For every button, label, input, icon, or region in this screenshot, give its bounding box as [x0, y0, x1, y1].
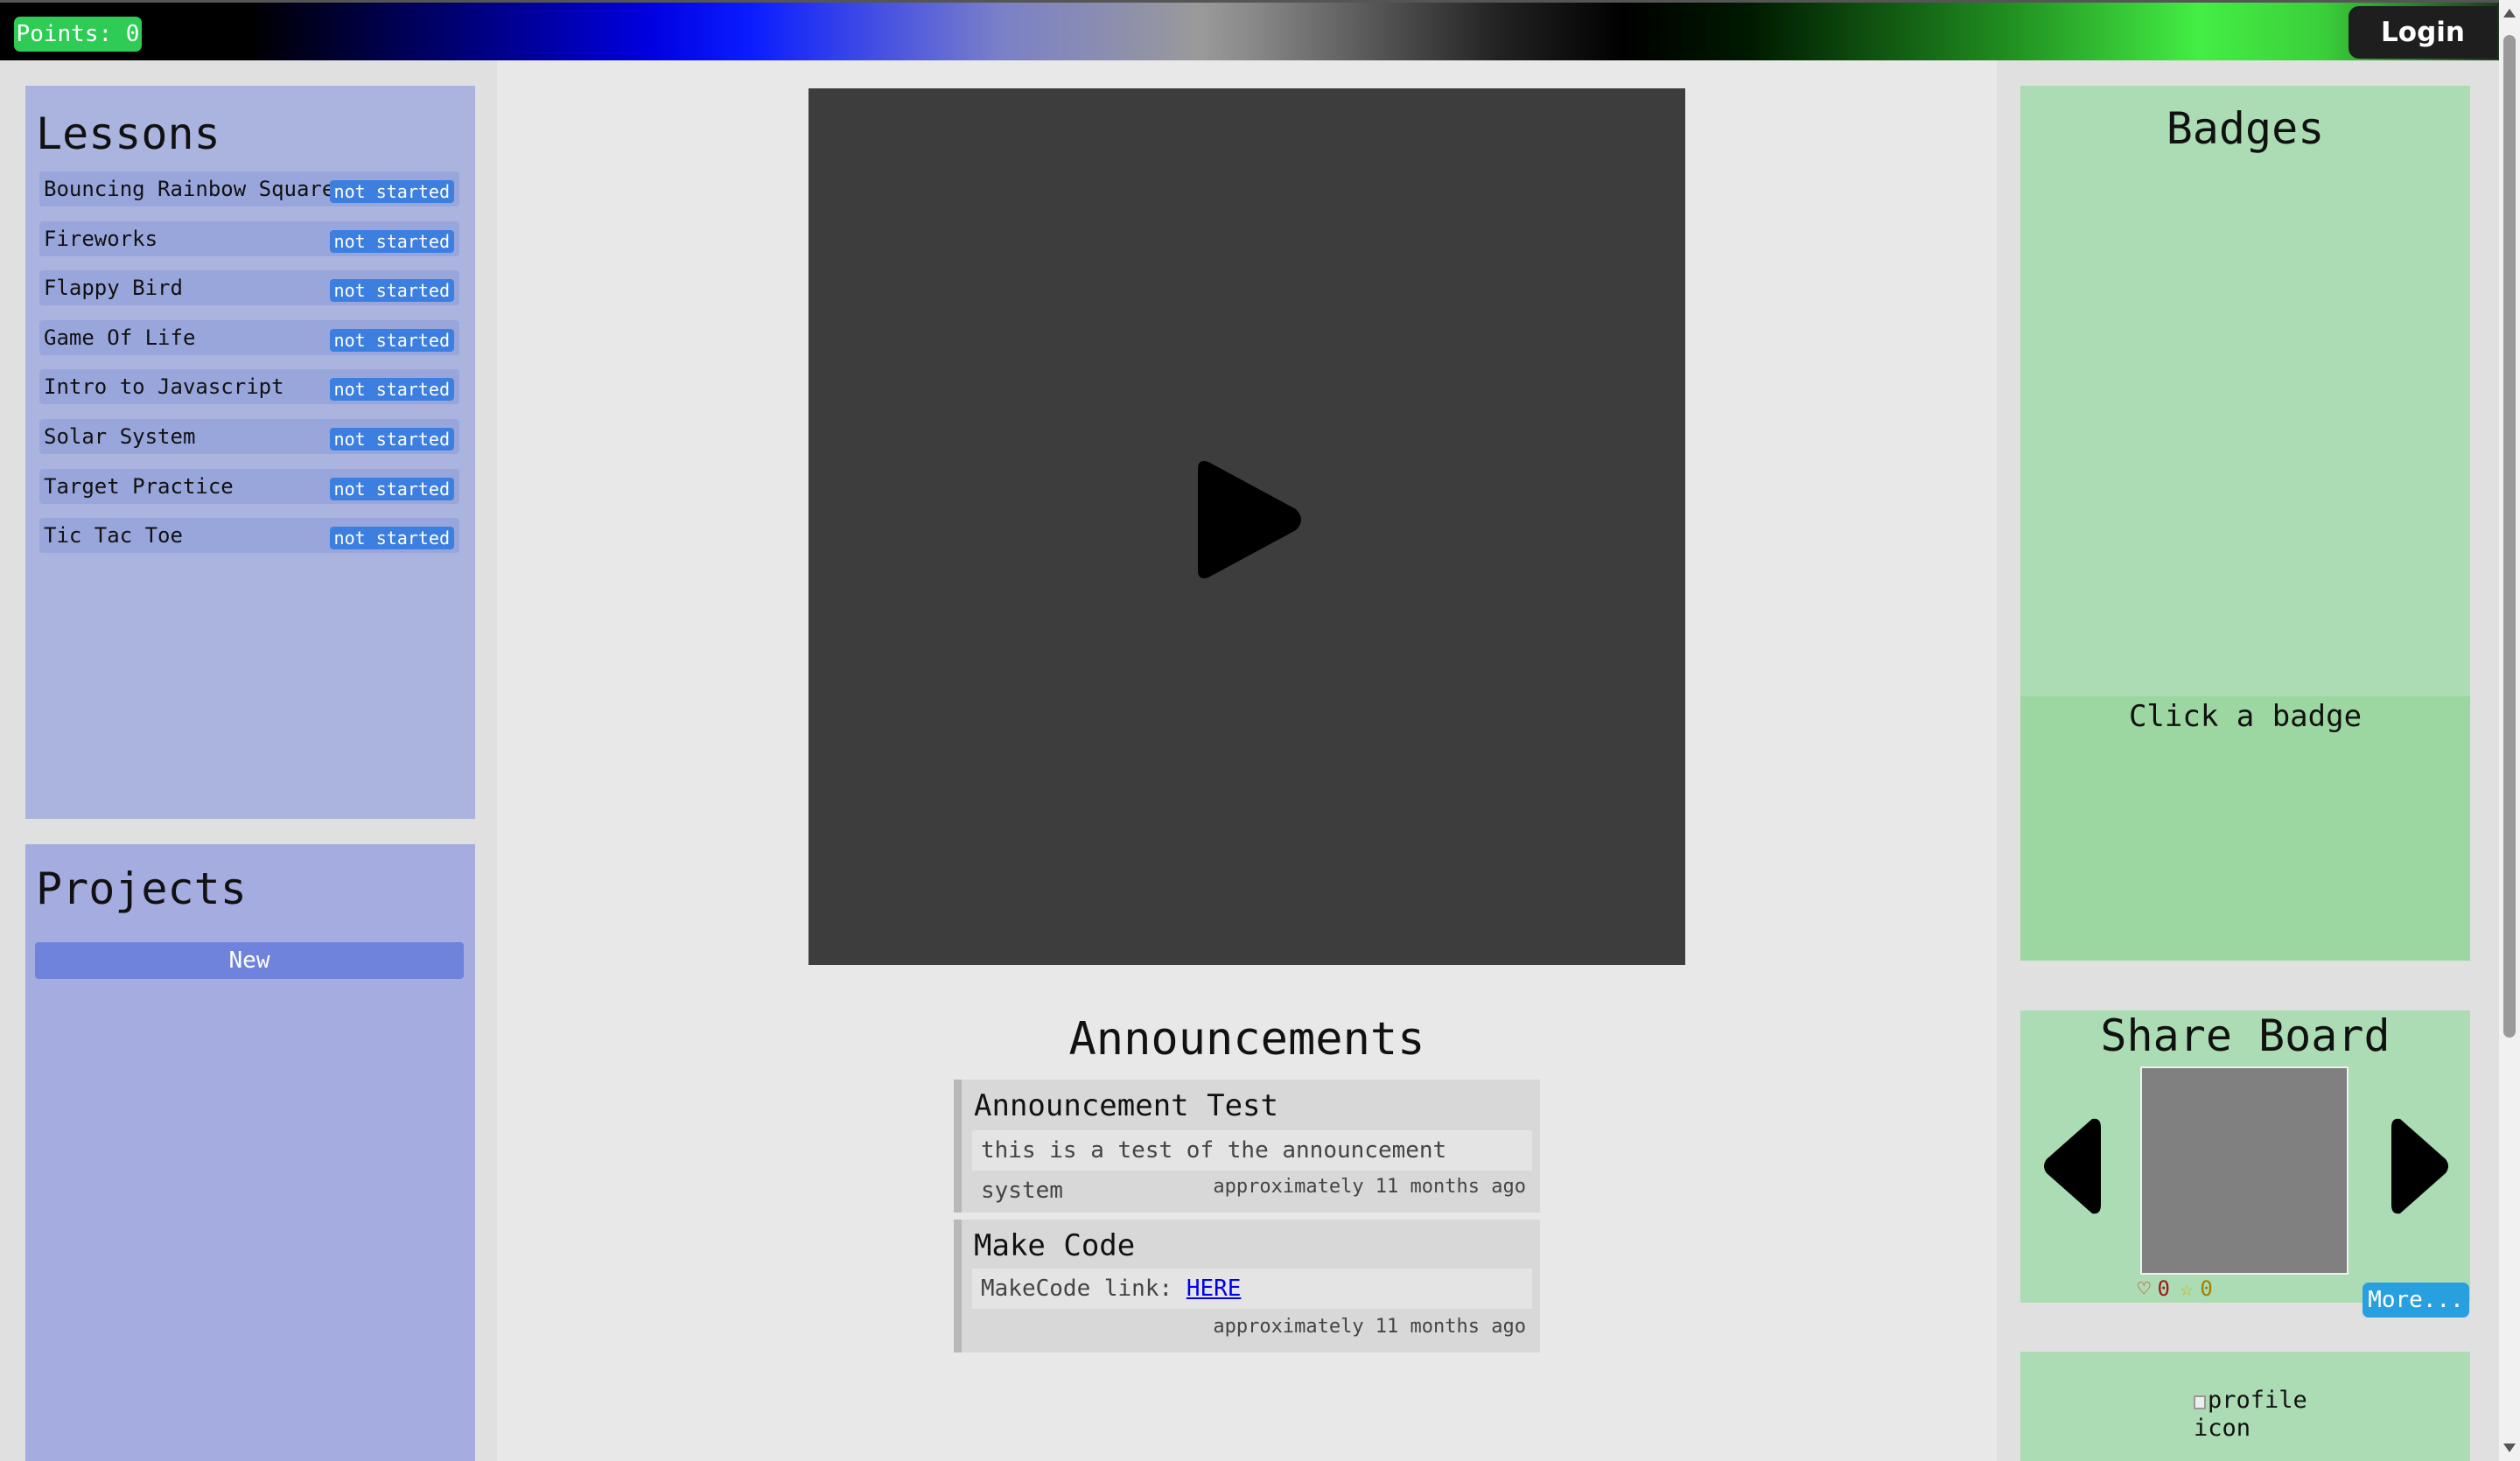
lessons-panel: Lessons Bouncing Rainbow Squares not sta… [25, 86, 475, 819]
announcement-card: Announcement Test this is a test of the … [954, 1080, 1540, 1213]
scroll-down-arrow-icon[interactable] [2503, 1444, 2516, 1452]
projects-title: Projects [36, 863, 247, 914]
lesson-item[interactable]: Flappy Bird not started [39, 270, 459, 305]
share-board-panel: Share Board ♡ 0 ☆ 0 [2020, 1010, 2470, 1303]
lesson-name: Game Of Life [44, 325, 196, 350]
badges-title: Badges [2166, 103, 2325, 154]
lesson-name: Solar System [44, 424, 196, 449]
lesson-status-badge: not started [329, 478, 454, 500]
announcement-body: this is a test of the announcement syste… [972, 1130, 1532, 1204]
lesson-item[interactable]: Solar System not started [39, 419, 459, 454]
announcements-title: Announcements [1068, 1013, 1425, 1066]
announcement-timestamp: approximately 11 months ago [1213, 1316, 1526, 1338]
lesson-name: Tic Tac Toe [44, 523, 183, 548]
video-player[interactable] [808, 88, 1685, 965]
profile-panel: profile icon [2020, 1352, 2470, 1461]
lesson-status-badge: not started [329, 329, 454, 352]
badge-hint: Click a badge [2128, 699, 2362, 734]
share-stats: ♡ 0 ☆ 0 [2138, 1276, 2213, 1301]
new-project-button[interactable]: New [35, 942, 464, 979]
play-icon[interactable] [1196, 458, 1305, 581]
share-board-thumbnail[interactable] [2140, 1066, 2348, 1275]
profile-image[interactable]: profile icon [2194, 1387, 2307, 1443]
announcement-body: MakeCode link: HERE [972, 1269, 1532, 1309]
heart-icon[interactable]: ♡ [2138, 1276, 2150, 1301]
scrollbar-thumb[interactable] [2503, 35, 2516, 1038]
broken-image-icon [2194, 1395, 2206, 1409]
next-arrow-icon[interactable] [2390, 1117, 2451, 1215]
right-column: Badges Click a badge Share Board ♡ 0 ☆ 0 pr… [1997, 60, 2499, 1461]
lesson-name: Fireworks [44, 227, 158, 251]
previous-arrow-icon[interactable] [2041, 1117, 2103, 1215]
lesson-item[interactable]: Tic Tac Toe not started [39, 518, 459, 553]
lesson-status-badge: not started [329, 428, 454, 451]
star-icon[interactable]: ☆ [2180, 1276, 2193, 1301]
lesson-status-badge: not started [329, 378, 454, 401]
badge-info-area: Click a badge [2020, 696, 2470, 961]
lesson-status-badge: not started [329, 230, 454, 253]
left-column: Lessons Bouncing Rainbow Squares not sta… [0, 60, 497, 1461]
lesson-name: Bouncing Rainbow Squares [44, 177, 347, 201]
announcement-title: Announcement Test [974, 1088, 1278, 1123]
announcement-title: Make Code [974, 1228, 1136, 1263]
lesson-name: Target Practice [44, 474, 234, 499]
lesson-item[interactable]: Bouncing Rainbow Squares not started [39, 171, 459, 206]
lesson-name: Intro to Javascript [44, 374, 284, 399]
lesson-item[interactable]: Target Practice not started [39, 469, 459, 504]
lesson-status-badge: not started [329, 527, 454, 549]
projects-panel: Projects New [25, 844, 475, 1461]
login-button[interactable]: Login [2348, 6, 2497, 59]
profile-image-alt-text: profile icon [2194, 1387, 2307, 1442]
scroll-up-arrow-icon[interactable] [2503, 9, 2516, 17]
scrollbar[interactable] [2499, 0, 2520, 1461]
announcement-timestamp: approximately 11 months ago [1213, 1176, 1526, 1198]
lesson-status-badge: not started [329, 180, 454, 203]
top-bar: Points: 0 Login [0, 0, 2499, 60]
more-button[interactable]: More... [2362, 1283, 2469, 1318]
lesson-status-badge: not started [329, 279, 454, 302]
lesson-item[interactable]: Game Of Life not started [39, 320, 459, 355]
lesson-item[interactable]: Fireworks not started [39, 221, 459, 256]
lesson-name: Flappy Bird [44, 276, 183, 300]
makecode-link[interactable]: HERE [1186, 1276, 1242, 1302]
points-badge: Points: 0 [14, 17, 142, 52]
lessons-title: Lessons [36, 108, 220, 159]
stars-count: 0 [2200, 1276, 2213, 1301]
likes-count: 0 [2157, 1276, 2170, 1301]
announcement-card: Make Code MakeCode link: HERE approximat… [954, 1220, 1540, 1353]
lesson-item[interactable]: Intro to Javascript not started [39, 369, 459, 404]
share-board-title: Share Board [2100, 1010, 2390, 1061]
badges-panel: Badges Click a badge [2020, 86, 2470, 961]
announcement-body-text: MakeCode link: [981, 1276, 1186, 1302]
